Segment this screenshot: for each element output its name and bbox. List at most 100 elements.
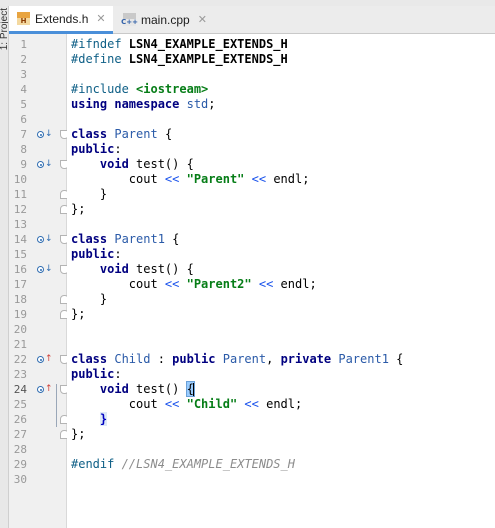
code-token: };: [71, 427, 86, 441]
code-line[interactable]: class Parent {: [71, 127, 172, 142]
line-number[interactable]: 8: [9, 142, 27, 157]
code-token: <<: [164, 397, 180, 411]
line-number[interactable]: 28: [9, 442, 27, 457]
tab-label: Extends.h: [35, 11, 89, 26]
code-line[interactable]: };: [71, 202, 85, 217]
line-number[interactable]: 26: [9, 412, 27, 427]
code-token: cout: [71, 277, 165, 291]
code-token: :: [114, 367, 122, 381]
implemented-icon[interactable]: ↓: [37, 233, 53, 245]
scope-indicator-bar: [56, 384, 57, 427]
line-number[interactable]: 17: [9, 277, 27, 292]
project-tool-window-label[interactable]: 1: Project: [0, 8, 8, 50]
line-number[interactable]: 23: [9, 367, 27, 382]
overrides-icon[interactable]: ↑: [37, 353, 53, 365]
code-line[interactable]: public:: [71, 367, 122, 382]
code-token: public: [172, 352, 223, 366]
implemented-icon[interactable]: ↓: [37, 158, 53, 170]
line-number[interactable]: 16: [9, 262, 27, 277]
code-line[interactable]: }: [71, 292, 107, 307]
code-editor[interactable]: #ifndef LSN4_EXAMPLE_EXTENDS_H #define LS…: [67, 34, 495, 528]
line-number[interactable]: 9: [9, 157, 27, 172]
line-number[interactable]: 27: [9, 427, 27, 442]
line-number[interactable]: 4: [9, 82, 27, 97]
cpp-file-icon: C++: [121, 13, 138, 26]
code-token: :: [114, 142, 122, 156]
method-dot-icon: [37, 131, 44, 138]
code-token: Parent: [114, 127, 158, 141]
implemented-icon[interactable]: ↓: [37, 263, 53, 275]
line-number[interactable]: 1: [9, 37, 27, 52]
method-dot-icon: [37, 266, 44, 273]
code-token: "Child": [186, 397, 238, 411]
code-line[interactable]: cout << "Parent" << endl;: [71, 172, 310, 187]
line-number[interactable]: 13: [9, 217, 27, 232]
code-line[interactable]: }: [71, 412, 108, 427]
code-token: test(): [136, 382, 187, 396]
line-number[interactable]: 7: [9, 127, 27, 142]
line-number[interactable]: 12: [9, 202, 27, 217]
close-icon[interactable]: ✕: [198, 13, 207, 26]
code-token: void: [99, 157, 137, 171]
line-number[interactable]: 15: [9, 247, 27, 262]
line-number[interactable]: 21: [9, 337, 27, 352]
line-number[interactable]: 5: [9, 97, 27, 112]
code-token: public: [71, 367, 115, 381]
implemented-icon[interactable]: ↓: [37, 128, 53, 140]
code-token: <<: [244, 397, 259, 411]
code-token: :: [150, 352, 173, 366]
code-line[interactable]: class Parent1 {: [71, 232, 179, 247]
line-number[interactable]: 19: [9, 307, 27, 322]
code-line[interactable]: public:: [71, 142, 122, 157]
code-line[interactable]: };: [71, 427, 85, 442]
code-token: //LSN4_EXAMPLE_EXTENDS_H: [121, 457, 295, 471]
code-line[interactable]: cout << "Child" << endl;: [71, 397, 302, 412]
tab-extends-h[interactable]: H Extends.h ✕: [9, 6, 113, 34]
code-line[interactable]: using namespace std;: [71, 97, 216, 112]
code-line[interactable]: void test() {: [71, 262, 194, 277]
arrow-up-icon: ↑: [45, 384, 53, 394]
code-line[interactable]: #ifndef LSN4_EXAMPLE_EXTENDS_H: [71, 37, 288, 52]
overrides-icon[interactable]: ↑: [37, 383, 53, 395]
line-number[interactable]: 3: [9, 67, 27, 82]
code-line[interactable]: class Child : public Parent, private Par…: [71, 352, 403, 367]
method-dot-icon: [37, 161, 44, 168]
line-number[interactable]: 14: [9, 232, 27, 247]
code-line[interactable]: }: [71, 187, 107, 202]
code-token: #ifndef: [71, 37, 129, 51]
code-line[interactable]: cout << "Parent2" << endl;: [71, 277, 317, 292]
code-line[interactable]: #define LSN4_EXAMPLE_EXTENDS_H: [71, 52, 288, 67]
code-token: <<: [164, 172, 180, 186]
line-number[interactable]: 22: [9, 352, 27, 367]
line-number[interactable]: 29: [9, 457, 27, 472]
code-token: std: [186, 97, 209, 111]
code-token: Parent1: [114, 232, 165, 246]
code-line[interactable]: void test() {: [71, 381, 195, 397]
line-number[interactable]: 11: [9, 187, 27, 202]
code-token: endl;: [266, 172, 310, 186]
project-tool-window-stripe[interactable]: 1: Project: [0, 6, 9, 528]
line-number[interactable]: 24: [9, 382, 27, 397]
code-line[interactable]: public:: [71, 247, 122, 262]
code-line[interactable]: #include <iostream>: [71, 82, 208, 97]
line-number[interactable]: 6: [9, 112, 27, 127]
line-number[interactable]: 10: [9, 172, 27, 187]
editor-gutter[interactable]: 1 2 3 4 5 6 7 8 9 10 11 12 13 14 15 16 17 18 19 20 21 22 23 24 2…: [9, 34, 69, 528]
code-line[interactable]: #endif //LSN4_EXAMPLE_EXTENDS_H: [71, 457, 295, 472]
code-token: "Parent2": [186, 277, 252, 291]
line-number[interactable]: 20: [9, 322, 27, 337]
arrow-up-icon: ↑: [45, 354, 53, 364]
close-icon[interactable]: ✕: [96, 12, 105, 25]
code-line[interactable]: };: [71, 307, 85, 322]
line-number[interactable]: 25: [9, 397, 27, 412]
line-number[interactable]: 18: [9, 292, 27, 307]
tab-main-cpp[interactable]: C++ main.cpp ✕: [115, 6, 219, 33]
line-number[interactable]: 2: [9, 52, 27, 67]
code-line[interactable]: void test() {: [71, 157, 194, 172]
line-number[interactable]: 30: [9, 472, 27, 487]
code-token: endl;: [258, 397, 303, 411]
code-token: #define: [71, 52, 129, 66]
code-token: class: [71, 127, 115, 141]
